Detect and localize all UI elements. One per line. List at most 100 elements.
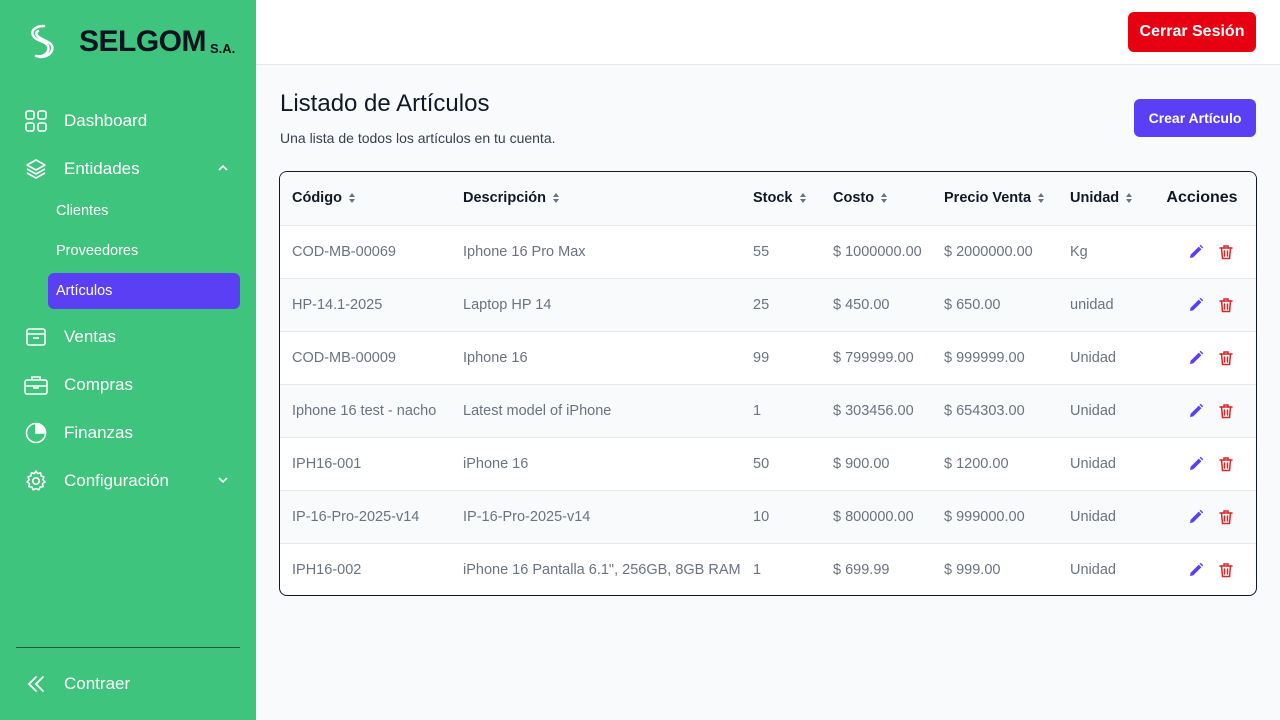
sort-icon xyxy=(348,193,355,204)
table-cell: Iphone 16 xyxy=(463,349,528,366)
delete-trash-icon[interactable] xyxy=(1217,243,1235,261)
table-cell: 50 xyxy=(753,455,770,472)
table-cell: Iphone 16 Pro Max xyxy=(463,243,586,260)
table-cell: 10 xyxy=(753,508,770,525)
table-cell: $ 999.00 xyxy=(944,561,1001,578)
column-header-stock[interactable]: Stock xyxy=(741,172,821,225)
column-header-acciones: Acciones xyxy=(1166,189,1238,207)
layers-icon xyxy=(24,157,48,181)
row-actions xyxy=(1146,225,1256,278)
edit-pencil-icon[interactable] xyxy=(1187,561,1205,579)
table-row: Iphone 16 test - nacho Latest model of iP… xyxy=(280,384,1256,437)
table-cell: Unidad xyxy=(1070,508,1116,525)
table-cell: Laptop HP 14 xyxy=(463,296,552,313)
table-cell: Unidad xyxy=(1070,561,1116,578)
table-cell: Unidad xyxy=(1070,402,1116,419)
table-row: IPH16-002 iPhone 16 Pantalla 6.1", 256GB,… xyxy=(280,543,1256,595)
sidebar-item-label: Entidades xyxy=(64,159,140,178)
table-cell: unidad xyxy=(1070,296,1114,313)
delete-trash-icon[interactable] xyxy=(1217,349,1235,367)
edit-pencil-icon[interactable] xyxy=(1187,243,1205,261)
sidebar-subitem-articulos[interactable]: Artículos xyxy=(48,273,240,309)
table-cell: Latest model of iPhone xyxy=(463,402,612,419)
edit-pencil-icon[interactable] xyxy=(1187,508,1205,526)
sidebar-item-label: Dashboard xyxy=(64,111,148,130)
table-cell: 1 xyxy=(753,561,762,578)
table-cell: Unidad xyxy=(1070,455,1116,472)
page-subtitle: Una lista de todos los artículos en tu c… xyxy=(280,130,556,146)
column-header-unidad[interactable]: Unidad xyxy=(1058,172,1146,225)
sidebar-subitem-proveedores[interactable]: Proveedores xyxy=(48,233,240,269)
column-header-codigo[interactable]: Código xyxy=(280,172,451,225)
table-row: IP-16-Pro-2025-v14 IP-16-Pro-2025-v14 10 $ … xyxy=(280,490,1256,543)
sidebar-divider xyxy=(16,647,240,648)
table-cell: Kg xyxy=(1070,243,1088,260)
table-body: COD-MB-00069 Iphone 16 Pro Max 55 $ 1000000… xyxy=(280,225,1256,595)
table-row: IPH16-001 iPhone 16 50 $ 900.00 $ 1200.00 Uni… xyxy=(280,437,1256,490)
grid-icon xyxy=(24,109,48,133)
briefcase-icon xyxy=(24,373,48,397)
delete-trash-icon[interactable] xyxy=(1217,455,1235,473)
table-cell: HP-14.1-2025 xyxy=(292,296,383,313)
table-cell: 1 xyxy=(753,402,762,419)
edit-pencil-icon[interactable] xyxy=(1187,402,1205,420)
table-cell: $ 999000.00 xyxy=(944,508,1025,525)
edit-pencil-icon[interactable] xyxy=(1187,455,1205,473)
row-actions xyxy=(1146,437,1256,490)
table-cell: IP-16-Pro-2025-v14 xyxy=(463,508,591,525)
table-cell: $ 654303.00 xyxy=(944,402,1025,419)
column-header-label: Costo xyxy=(833,190,875,207)
table-cell: $ 1000000.00 xyxy=(833,243,922,260)
table-cell: $ 650.00 xyxy=(944,296,1001,313)
row-actions xyxy=(1146,278,1256,331)
sidebar-collapse-button[interactable]: Contraer xyxy=(16,664,240,704)
sidebar: SELGOM S.A. Dashboard Entidades Clientes… xyxy=(0,0,256,720)
table-cell: COD-MB-00069 xyxy=(292,243,396,260)
sort-icon xyxy=(553,193,559,204)
double-chevron-left-icon xyxy=(24,672,48,696)
table-cell: 25 xyxy=(753,296,770,313)
delete-trash-icon[interactable] xyxy=(1217,561,1235,579)
column-header-descripcion[interactable]: Descripción xyxy=(451,172,741,225)
sidebar-collapse-label: Contraer xyxy=(64,674,131,693)
edit-pencil-icon[interactable] xyxy=(1187,349,1205,367)
page-title: Listado de Artículos xyxy=(280,90,490,117)
table-cell: $ 450.00 xyxy=(833,296,890,313)
row-actions xyxy=(1146,543,1256,595)
table-cell: $ 303456.00 xyxy=(833,402,914,419)
brand-name: SELGOM xyxy=(79,25,207,58)
sidebar-subitem-clientes[interactable]: Clientes xyxy=(48,193,240,229)
table-header-row: Código Descripción Stock Costo Precio Ve… xyxy=(280,172,1256,225)
chevron-up-icon[interactable] xyxy=(216,161,230,175)
sidebar-item-dashboard[interactable]: Dashboard xyxy=(16,101,240,141)
edit-pencil-icon[interactable] xyxy=(1187,296,1205,314)
table-cell: Iphone 16 test - nacho xyxy=(292,402,437,419)
table-cell: 99 xyxy=(753,349,770,366)
delete-trash-icon[interactable] xyxy=(1217,296,1235,314)
chevron-down-icon[interactable] xyxy=(216,473,230,487)
table-cell: iPhone 16 xyxy=(463,455,529,472)
sidebar-item-ventas[interactable]: Ventas xyxy=(16,317,240,357)
sidebar-item-compras[interactable]: Compras xyxy=(16,365,240,405)
delete-trash-icon[interactable] xyxy=(1217,402,1235,420)
table-cell: iPhone 16 Pantalla 6.1", 256GB, 8GB RAM xyxy=(463,561,741,578)
create-article-button[interactable]: Crear Artículo xyxy=(1134,99,1256,137)
column-header-costo[interactable]: Costo xyxy=(821,172,932,225)
delete-trash-icon[interactable] xyxy=(1217,508,1235,526)
sidebar-item-label: Ventas xyxy=(64,327,116,346)
articles-table: Código Descripción Stock Costo Precio Ve… xyxy=(279,171,1257,596)
selgom-logo-icon xyxy=(31,24,54,59)
sidebar-item-configuracion[interactable]: Configuración xyxy=(16,461,240,501)
logout-button[interactable]: Cerrar Sesión xyxy=(1128,12,1256,52)
sort-icon xyxy=(1038,193,1045,204)
sidebar-item-entidades[interactable]: Entidades xyxy=(16,149,240,189)
table-cell: $ 800000.00 xyxy=(833,508,914,525)
brand-suffix: S.A. xyxy=(210,41,236,56)
column-header-label: Código xyxy=(292,190,342,207)
sidebar-subitem-label: Clientes xyxy=(56,203,109,219)
table-cell: IPH16-002 xyxy=(292,561,362,578)
column-header-precio-venta[interactable]: Precio Venta xyxy=(932,172,1058,225)
sidebar-item-finanzas[interactable]: Finanzas xyxy=(16,413,240,453)
table-cell: $ 799999.00 xyxy=(833,349,914,366)
column-header-label: Unidad xyxy=(1070,190,1120,207)
